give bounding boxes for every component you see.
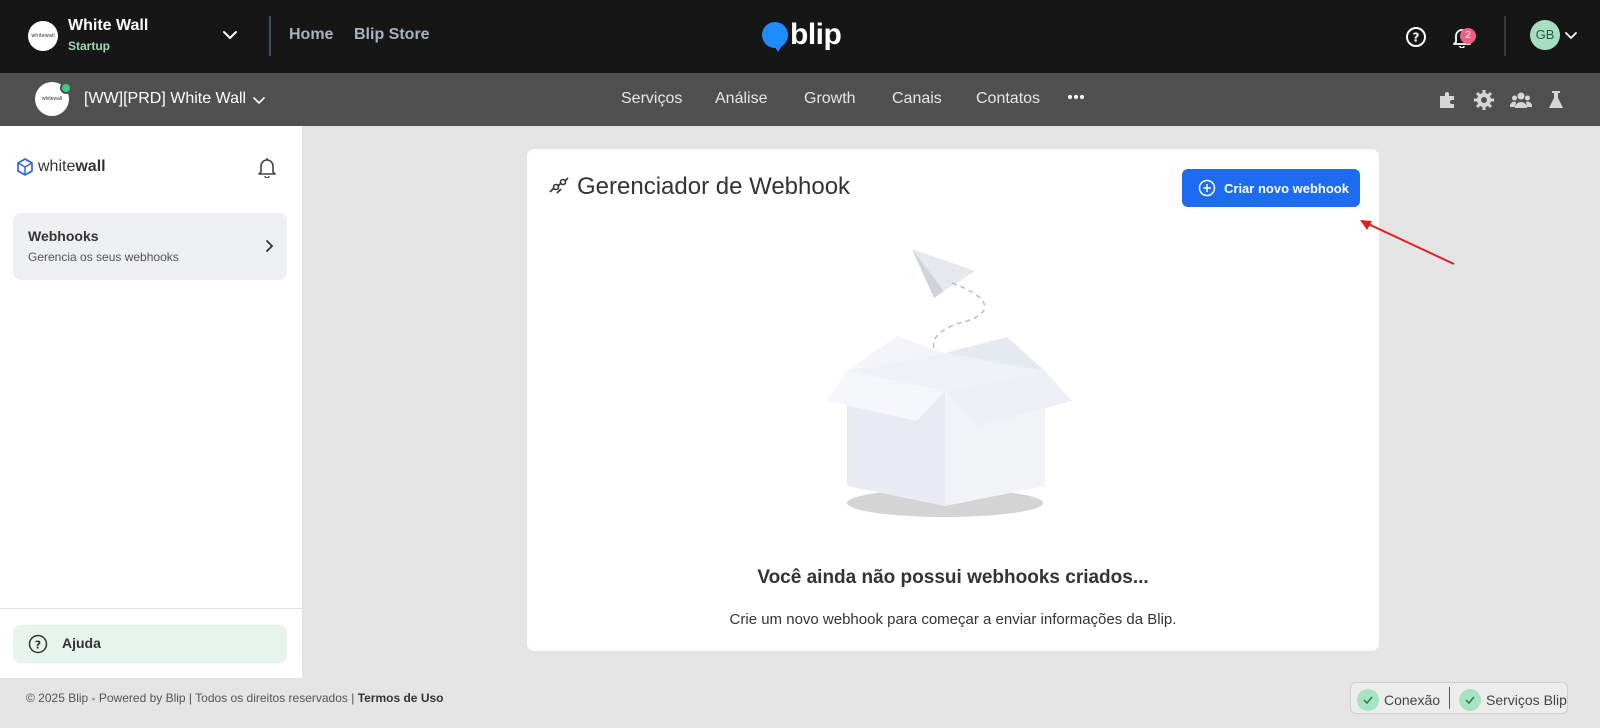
blip-store-link[interactable]: Blip Store [354,26,430,44]
lab-flask-icon[interactable] [1545,89,1567,111]
page-title: Gerenciador de Webhook [577,173,851,200]
notification-badge: 2 [1460,28,1476,44]
create-webhook-button[interactable]: Criar novo webhook [1182,169,1360,207]
empty-box-illustration [827,249,1072,517]
whitewall-logo-text: whitewall [38,158,106,176]
nav-contatos[interactable]: Contatos [976,90,1040,108]
status-blip-services: Serviços Blip [1459,689,1567,711]
bot-bar: whitewall [WW][PRD] White Wall Serviços … [0,73,1600,126]
logo-light-text: white [38,158,76,175]
help-icon[interactable]: ? [1405,26,1427,48]
status-blip-services-label: Serviços Blip [1486,692,1567,708]
more-options-icon[interactable] [1066,87,1086,107]
tenant-logo-text: whitewall [31,33,55,39]
empty-state-title: Você ainda não possui webhooks criados..… [757,567,1149,588]
whitewall-logo: whitewall [16,158,106,176]
tenant-plan: Startup [68,39,110,53]
top-bar: whitewall White Wall Startup Home Blip S… [0,0,1600,73]
user-avatar[interactable]: GB [1530,20,1560,50]
settings-gear-icon[interactable] [1473,89,1495,111]
svg-text:?: ? [1413,31,1420,45]
annotation-arrow-icon [1360,220,1455,265]
svg-text:?: ? [35,639,41,652]
sidebar-item-subtitle: Gerencia os seus webhooks [28,250,179,264]
nav-servicos[interactable]: Serviços [621,90,682,108]
whitewall-cube-icon [17,158,33,176]
user-chevron-down-icon[interactable] [1564,28,1578,42]
blip-brand-text: blip [790,18,842,51]
create-webhook-label: Criar novo webhook [1224,180,1349,196]
team-icon[interactable] [1510,89,1532,111]
sidebar-item-webhooks[interactable]: Webhooks Gerencia os seus webhooks [13,213,287,280]
tenant-logo[interactable]: whitewall [28,21,58,51]
sidebar-bell-icon[interactable] [256,156,278,178]
empty-state-subtitle: Crie um novo webhook para começar a envi… [729,611,1177,628]
help-button[interactable]: ? Ajuda [13,625,287,663]
bot-chevron-down-icon[interactable] [252,93,266,107]
nav-growth[interactable]: Growth [804,90,856,108]
nav-canais[interactable]: Canais [892,90,942,108]
nav-analise[interactable]: Análise [715,90,767,108]
sidebar-item-title: Webhooks [28,228,99,244]
webhook-link-icon [549,177,569,194]
terms-link[interactable]: Termos de Uso [358,691,444,705]
copyright-text: © 2025 Blip - Powered by Blip | Todos os… [26,691,358,705]
blip-logo[interactable]: blip [762,17,842,53]
check-icon [1459,689,1481,711]
status-connection-label: Conexão [1384,692,1441,708]
bot-logo-text: whitewall [41,96,63,102]
divider [1449,687,1450,709]
chevron-right-icon [266,240,274,252]
check-icon [1357,689,1379,711]
service-status-box: Conexão Serviços Blip [1350,682,1568,714]
divider [269,16,271,56]
tenant-name[interactable]: White Wall [68,17,148,35]
help-label: Ajuda [62,635,101,651]
home-link[interactable]: Home [289,26,333,44]
status-connection: Conexão [1357,689,1440,711]
tenant-chevron-down-icon[interactable] [220,25,240,45]
plus-circle-icon [1198,179,1216,197]
divider [1504,16,1506,56]
bot-selector[interactable]: [WW][PRD] White Wall [84,90,246,108]
logo-bold-text: wall [75,158,106,175]
webhook-manager-card: Gerenciador de Webhook Criar novo webhoo… [527,149,1379,651]
extensions-puzzle-icon[interactable] [1437,89,1459,111]
divider [0,608,302,609]
footer-copyright: © 2025 Blip - Powered by Blip | Todos os… [26,691,444,705]
blip-bubble-icon [762,22,788,52]
sidebar: whitewall Webhooks Gerencia os seus webh… [0,126,302,678]
online-status-dot [60,82,72,94]
help-circle-icon: ? [28,634,48,654]
